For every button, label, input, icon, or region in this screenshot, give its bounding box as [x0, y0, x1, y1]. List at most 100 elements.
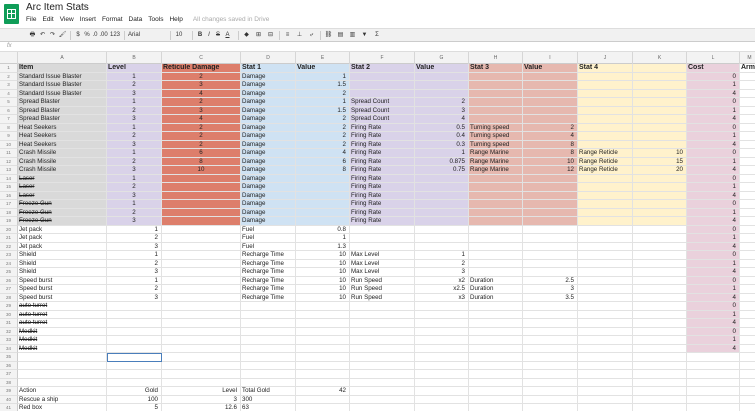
cell-h26[interactable]: Duration — [469, 276, 523, 285]
row-number[interactable]: 35 — [0, 353, 18, 362]
cell-i23[interactable] — [523, 251, 578, 260]
cell-j26[interactable] — [578, 276, 633, 285]
cell-g35[interactable] — [415, 353, 469, 362]
cell-m17[interactable] — [740, 200, 755, 209]
cell-c17[interactable] — [162, 200, 241, 209]
cell-c12[interactable]: 8 — [162, 157, 241, 166]
cell-a41[interactable]: Red box — [18, 404, 107, 411]
cell-e26[interactable]: 10 — [296, 276, 350, 285]
cell-k32[interactable] — [633, 327, 687, 336]
cell-f30[interactable] — [350, 310, 415, 319]
cell-c41[interactable]: 12.6 — [162, 404, 241, 411]
cell-a24[interactable]: Shield — [18, 259, 107, 268]
cell-g3[interactable] — [415, 81, 469, 90]
cell-a26[interactable]: Speed burst — [18, 276, 107, 285]
text-color-button[interactable]: A — [223, 31, 232, 40]
cell-b15[interactable]: 2 — [107, 183, 162, 192]
cell-g2[interactable] — [415, 72, 469, 81]
row-number[interactable]: 37 — [0, 370, 18, 379]
cell-b30[interactable] — [107, 310, 162, 319]
cell-i37[interactable] — [523, 370, 578, 379]
cell-f17[interactable]: Firing Rate — [350, 200, 415, 209]
cell-e30[interactable] — [296, 310, 350, 319]
cell-e28[interactable]: 10 — [296, 293, 350, 302]
cell-h20[interactable] — [469, 225, 523, 234]
cell-j40[interactable] — [578, 395, 633, 404]
cell-i26[interactable]: 2.5 — [523, 276, 578, 285]
cell-m29[interactable] — [740, 302, 755, 311]
cell-f1[interactable]: Stat 2 — [350, 64, 415, 73]
increase-decimal-button[interactable]: .00 — [99, 31, 108, 40]
cell-f16[interactable]: Firing Rate — [350, 191, 415, 200]
row-number[interactable]: 9 — [0, 132, 18, 141]
cell-l6[interactable]: 1 — [687, 106, 740, 115]
cell-d5[interactable]: Damage — [241, 98, 296, 107]
cell-g28[interactable]: x3 — [415, 293, 469, 302]
cell-f24[interactable]: Max Level — [350, 259, 415, 268]
cell-b5[interactable]: 1 — [107, 98, 162, 107]
cell-g14[interactable] — [415, 174, 469, 183]
cell-g31[interactable] — [415, 319, 469, 328]
cell-h25[interactable] — [469, 268, 523, 277]
cell-m32[interactable] — [740, 328, 755, 336]
cell-i11[interactable]: 8 — [523, 149, 578, 158]
column-header-f[interactable]: F — [350, 52, 415, 64]
cell-j39[interactable] — [578, 387, 633, 396]
cell-j35[interactable] — [578, 353, 633, 362]
cell-c11[interactable]: 6 — [162, 149, 241, 158]
cell-l36[interactable] — [687, 361, 740, 370]
cell-i40[interactable] — [523, 395, 578, 404]
cell-j4[interactable] — [578, 89, 633, 98]
cell-j20[interactable] — [578, 225, 633, 234]
comment-icon[interactable]: ▤ — [336, 31, 345, 40]
cell-m36[interactable] — [740, 362, 755, 370]
cell-j34[interactable] — [578, 344, 633, 353]
cell-c5[interactable]: 2 — [162, 98, 241, 107]
cell-k2[interactable] — [633, 72, 687, 81]
cell-d4[interactable]: Damage — [241, 89, 296, 98]
cell-c2[interactable]: 2 — [162, 72, 241, 81]
cell-g17[interactable] — [415, 200, 469, 209]
star-icon[interactable]: ☆ — [80, 2, 88, 13]
cell-m20[interactable] — [740, 226, 755, 234]
cell-j25[interactable] — [578, 268, 633, 277]
cell-l41[interactable] — [687, 404, 740, 411]
cell-e25[interactable]: 10 — [296, 268, 350, 277]
cell-l29[interactable]: 0 — [687, 302, 740, 311]
cell-i12[interactable]: 10 — [523, 157, 578, 166]
cell-k31[interactable] — [633, 319, 687, 328]
cell-e17[interactable] — [296, 200, 350, 209]
cell-e22[interactable]: 1.3 — [296, 242, 350, 251]
cell-j30[interactable] — [578, 310, 633, 319]
cell-c27[interactable] — [162, 285, 241, 294]
row-number[interactable]: 5 — [0, 98, 18, 107]
cell-a34[interactable]: Medkit — [18, 344, 107, 353]
cell-a36[interactable] — [18, 361, 107, 370]
cell-l26[interactable]: 0 — [687, 276, 740, 285]
cell-b25[interactable]: 3 — [107, 268, 162, 277]
cell-g30[interactable] — [415, 310, 469, 319]
cell-m22[interactable] — [740, 243, 755, 251]
cell-j3[interactable] — [578, 81, 633, 90]
cell-j23[interactable] — [578, 251, 633, 260]
cell-e36[interactable] — [296, 361, 350, 370]
cell-c30[interactable] — [162, 310, 241, 319]
cell-g10[interactable]: 0.3 — [415, 140, 469, 149]
cell-d14[interactable]: Damage — [241, 174, 296, 183]
row-number[interactable]: 16 — [0, 191, 18, 200]
row-number[interactable]: 11 — [0, 149, 18, 158]
cell-l8[interactable]: 0 — [687, 123, 740, 132]
cell-g39[interactable] — [415, 387, 469, 396]
cell-a23[interactable]: Shield — [18, 251, 107, 260]
cell-l38[interactable] — [687, 378, 740, 387]
cell-f27[interactable]: Run Speed — [350, 285, 415, 294]
cell-j36[interactable] — [578, 361, 633, 370]
cell-i3[interactable] — [523, 81, 578, 90]
cell-f40[interactable] — [350, 395, 415, 404]
column-header-k[interactable]: K — [633, 52, 687, 64]
cell-b22[interactable]: 3 — [107, 242, 162, 251]
row-number[interactable]: 25 — [0, 268, 18, 277]
cell-e14[interactable] — [296, 174, 350, 183]
cell-h23[interactable] — [469, 251, 523, 260]
cell-h12[interactable]: Range Marine — [469, 157, 523, 166]
